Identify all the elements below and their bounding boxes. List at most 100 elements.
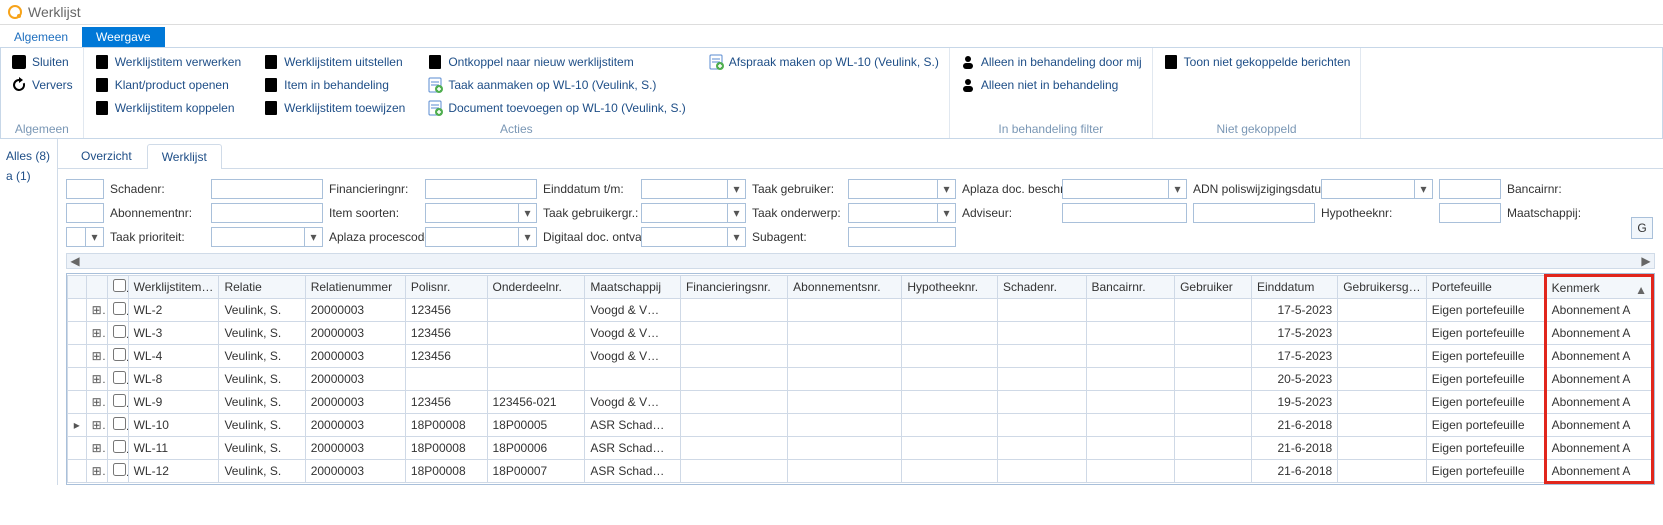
filter-input-adviseur[interactable] <box>1062 203 1187 223</box>
expand-icon[interactable]: ⊞ <box>86 437 107 460</box>
alleen-niet-in-behandeling-button[interactable]: Alleen niet in behandeling <box>960 75 1142 95</box>
taak-aanmaken-button[interactable]: Taak aanmaken op WL-10 (Veulink, S.) <box>427 75 685 95</box>
chevron-down-icon[interactable]: ▾ <box>85 228 103 246</box>
row-checkbox-cell[interactable] <box>107 460 128 483</box>
filter-prefix-row2[interactable] <box>1439 179 1501 199</box>
table-row[interactable]: ⊞WL-3Veulink, S.20000003123456Voogd & V…… <box>68 322 1653 345</box>
column-header-eind[interactable]: Einddatum <box>1251 276 1337 299</box>
column-header-rel[interactable]: Relatie <box>219 276 305 299</box>
column-header-hyp[interactable]: Hypotheeknr. <box>902 276 998 299</box>
row-checkbox[interactable] <box>113 440 126 453</box>
column-header-wl[interactable]: Werklijstitemnr. <box>128 276 219 299</box>
document-toevoegen-button[interactable]: Document toevoegen op WL-10 (Veulink, S.… <box>427 98 685 118</box>
filter-field-subagent <box>848 227 956 247</box>
sluiten-button[interactable]: Sluiten <box>11 52 73 72</box>
wlitem-verwerken-button[interactable]: Werklijstitem verwerken <box>94 52 241 72</box>
chevron-down-icon[interactable]: ▾ <box>518 228 536 246</box>
alleen-in-behandeling-button[interactable]: Alleen in behandeling door mij <box>960 52 1142 72</box>
expand-icon[interactable]: ⊞ <box>86 460 107 483</box>
column-header-geb[interactable]: Gebruiker <box>1175 276 1252 299</box>
filter-input-bancairnr[interactable] <box>66 203 104 223</box>
scroll-right-icon[interactable]: ▶ <box>1638 254 1654 268</box>
afspraak-maken-button[interactable]: Afspraak maken op WL-10 (Veulink, S.) <box>708 52 939 72</box>
scroll-left-icon[interactable]: ◀ <box>67 254 83 268</box>
sidenav-item-a[interactable]: a (1) <box>6 169 51 183</box>
chevron-down-icon[interactable]: ▾ <box>1168 180 1186 198</box>
row-checkbox[interactable] <box>113 371 126 384</box>
filter-extra-button[interactable]: G <box>1631 217 1653 239</box>
ontkoppel-nieuw-label: Ontkoppel naar nieuw werklijstitem <box>448 55 633 69</box>
row-checkbox-cell[interactable] <box>107 391 128 414</box>
table-row[interactable]: ⊞WL-2Veulink, S.20000003123456Voogd & V…… <box>68 299 1653 322</box>
table-row[interactable]: ⊞WL-8Veulink, S.2000000320-5-2023Eigen p… <box>68 368 1653 391</box>
klant-product-openen-button[interactable]: Klant/product openen <box>94 75 241 95</box>
expand-icon[interactable]: ⊞ <box>86 414 107 437</box>
cell-ond <box>487 322 585 345</box>
chevron-down-icon[interactable]: ▾ <box>727 180 745 198</box>
expand-icon[interactable]: ⊞ <box>86 322 107 345</box>
row-checkbox[interactable] <box>113 417 126 430</box>
filter-prefix-row1[interactable] <box>66 179 104 199</box>
item-in-behandeling-button[interactable]: Item in behandeling <box>263 75 405 95</box>
wlitem-koppelen-button[interactable]: Werklijstitem koppelen <box>94 98 241 118</box>
filter-input-abonnementnr[interactable] <box>211 203 323 223</box>
select-all-checkbox[interactable] <box>113 279 126 292</box>
column-header-ban[interactable]: Bancairnr. <box>1086 276 1175 299</box>
chevron-down-icon[interactable]: ▾ <box>727 228 745 246</box>
column-header-pol[interactable]: Polisnr. <box>405 276 487 299</box>
row-checkbox-cell[interactable] <box>107 437 128 460</box>
ribbon-tab-weergave[interactable]: Weergave <box>82 27 164 47</box>
column-header-abo[interactable]: Abonnementsnr. <box>788 276 902 299</box>
chevron-down-icon[interactable]: ▾ <box>304 228 322 246</box>
column-header-sch[interactable]: Schadenr. <box>997 276 1086 299</box>
column-header-fin[interactable]: Financieringsnr. <box>680 276 787 299</box>
expand-icon[interactable]: ⊞ <box>86 345 107 368</box>
column-header-port[interactable]: Portefeuille <box>1426 276 1545 299</box>
view-tab-werklijst[interactable]: Werklijst <box>147 144 222 169</box>
view-tab-overzicht[interactable]: Overzicht <box>66 143 147 168</box>
row-checkbox-cell[interactable] <box>107 299 128 322</box>
chevron-down-icon[interactable]: ▾ <box>518 204 536 222</box>
toon-niet-gekoppeld-button[interactable]: Toon niet gekoppelde berichten <box>1163 52 1351 72</box>
row-checkbox[interactable] <box>113 348 126 361</box>
row-checkbox-cell[interactable] <box>107 414 128 437</box>
table-row[interactable]: ⊞WL-11Veulink, S.2000000318P0000818P0000… <box>68 437 1653 460</box>
chevron-down-icon[interactable]: ▾ <box>937 180 955 198</box>
column-header-reln[interactable]: Relatienummer <box>305 276 405 299</box>
filter-prefix-row3[interactable] <box>1193 203 1315 223</box>
filter-input-schadenr[interactable] <box>211 179 323 199</box>
row-checkbox[interactable] <box>113 302 126 315</box>
filter-input-subagent[interactable] <box>848 227 956 247</box>
sidenav-item-alles[interactable]: Alles (8) <box>6 149 51 163</box>
filter-input-hypotheeknr[interactable] <box>1439 203 1501 223</box>
table-row[interactable]: ▸⊞WL-10Veulink, S.2000000318P0000818P000… <box>68 414 1653 437</box>
expand-icon[interactable]: ⊞ <box>86 368 107 391</box>
ververs-button[interactable]: Ververs <box>11 75 73 95</box>
chevron-down-icon[interactable]: ▾ <box>937 204 955 222</box>
row-checkbox[interactable] <box>113 325 126 338</box>
ontkoppel-nieuw-button[interactable]: Ontkoppel naar nieuw werklijstitem <box>427 52 685 72</box>
cell-ban <box>1086 391 1175 414</box>
wlitem-uitstellen-button[interactable]: Werklijstitem uitstellen <box>263 52 405 72</box>
table-row[interactable]: ⊞WL-12Veulink, S.2000000318P0000818P0000… <box>68 460 1653 483</box>
chevron-down-icon[interactable]: ▾ <box>1414 180 1432 198</box>
ribbon-tab-algemeen[interactable]: Algemeen <box>0 27 82 47</box>
checkbox-header[interactable] <box>107 276 128 299</box>
row-checkbox-cell[interactable] <box>107 345 128 368</box>
row-checkbox[interactable] <box>113 394 126 407</box>
column-header-ken[interactable]: Kenmerk▲ <box>1545 276 1652 299</box>
row-checkbox[interactable] <box>113 463 126 476</box>
column-header-ond[interactable]: Onderdeelnr. <box>487 276 585 299</box>
wlitem-toewijzen-button[interactable]: Werklijstitem toewijzen <box>263 98 405 118</box>
column-header-maat[interactable]: Maatschappij <box>585 276 681 299</box>
row-checkbox-cell[interactable] <box>107 322 128 345</box>
filter-input-financieringnr[interactable] <box>425 179 537 199</box>
table-row[interactable]: ⊞WL-4Veulink, S.20000003123456Voogd & V…… <box>68 345 1653 368</box>
expand-icon[interactable]: ⊞ <box>86 391 107 414</box>
column-header-gebg[interactable]: Gebruikersg… <box>1338 276 1427 299</box>
grid-hscroll-top[interactable]: ◀ ▶ <box>66 253 1655 269</box>
chevron-down-icon[interactable]: ▾ <box>727 204 745 222</box>
expand-icon[interactable]: ⊞ <box>86 299 107 322</box>
row-checkbox-cell[interactable] <box>107 368 128 391</box>
table-row[interactable]: ⊞WL-9Veulink, S.20000003123456123456-021… <box>68 391 1653 414</box>
